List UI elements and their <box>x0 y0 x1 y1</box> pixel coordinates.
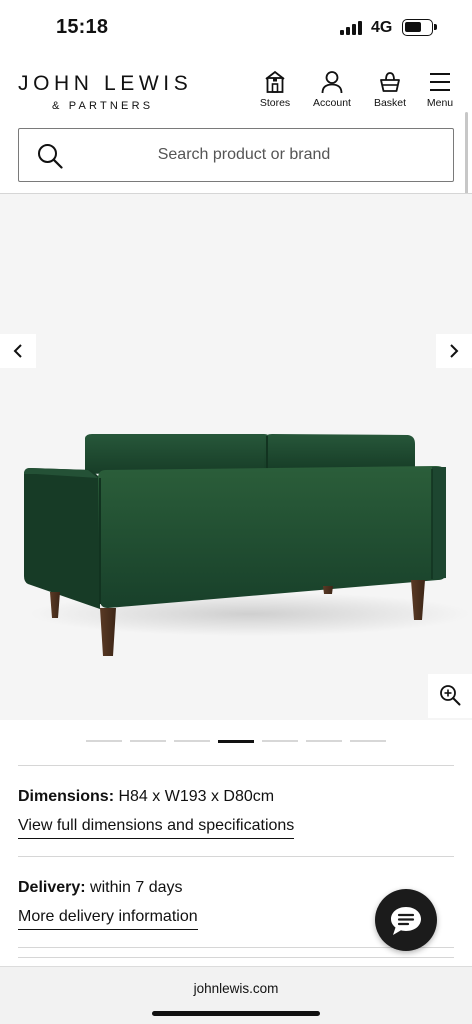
hamburger-icon <box>430 73 450 91</box>
nav-account[interactable]: Account <box>303 70 361 109</box>
pagination-dot[interactable] <box>174 740 210 742</box>
search-input[interactable] <box>79 129 409 181</box>
zoom-in-icon <box>440 685 461 706</box>
signal-icon <box>340 21 366 35</box>
chevron-left-icon <box>13 344 22 358</box>
divider <box>18 765 454 766</box>
gallery-prev-button[interactable] <box>0 334 36 368</box>
chat-bubble-icon <box>391 907 421 935</box>
delivery-label: Delivery: <box>18 879 86 896</box>
logo-main-text: JOHN LEWIS <box>18 72 193 95</box>
nav-label-menu: Menu <box>426 97 454 109</box>
divider <box>18 947 454 948</box>
divider <box>18 957 454 958</box>
nav-menu[interactable]: Menu <box>411 70 469 109</box>
pagination-dot[interactable] <box>130 740 166 742</box>
pagination-dot-active[interactable] <box>218 740 254 743</box>
delivery-line: Delivery: within 7 days <box>18 879 183 897</box>
store-icon <box>265 70 285 93</box>
network-label: 4G <box>371 19 393 36</box>
chevron-right-icon <box>450 344 459 358</box>
basket-icon <box>380 72 400 92</box>
browser-address-bar[interactable]: johnlewis.com <box>0 966 472 1024</box>
view-dimensions-link[interactable]: View full dimensions and specifications <box>18 817 295 839</box>
home-indicator[interactable] <box>152 1011 320 1016</box>
pagination-dot[interactable] <box>262 740 298 742</box>
status-bar: 15:18 4G <box>0 0 472 56</box>
pagination-dot[interactable] <box>350 740 386 742</box>
nav-label-account: Account <box>313 97 351 109</box>
status-time: 15:18 <box>56 16 109 38</box>
delivery-value: within 7 days <box>90 879 183 896</box>
logo-sub-text: & PARTNERS <box>52 100 154 112</box>
scrollbar[interactable] <box>465 112 468 200</box>
divider <box>18 856 454 857</box>
chat-button[interactable] <box>375 889 437 951</box>
search-box[interactable] <box>18 128 454 182</box>
url-text[interactable]: johnlewis.com <box>0 981 472 996</box>
nav-stores[interactable]: Stores <box>246 70 304 109</box>
delivery-info-link[interactable]: More delivery information <box>18 908 198 930</box>
product-image-sofa[interactable] <box>0 194 472 720</box>
john-lewis-logo[interactable]: JOHN LEWIS & PARTNERS <box>18 72 192 112</box>
site-header: JOHN LEWIS & PARTNERS Stores Account Bas… <box>0 62 472 118</box>
pagination-dot[interactable] <box>306 740 342 742</box>
dimensions-line: Dimensions: H84 x W193 x D80cm <box>18 788 274 806</box>
nav-label-stores: Stores <box>259 97 291 109</box>
dimensions-label: Dimensions: <box>18 788 115 805</box>
battery-icon <box>402 19 437 36</box>
dimensions-value: H84 x W193 x D80cm <box>118 788 275 805</box>
account-icon <box>321 71 343 94</box>
gallery-next-button[interactable] <box>436 334 472 368</box>
zoom-button[interactable] <box>428 674 472 718</box>
search-icon[interactable] <box>37 143 63 169</box>
product-image-gallery[interactable] <box>0 194 472 720</box>
pagination-dot[interactable] <box>86 740 122 742</box>
